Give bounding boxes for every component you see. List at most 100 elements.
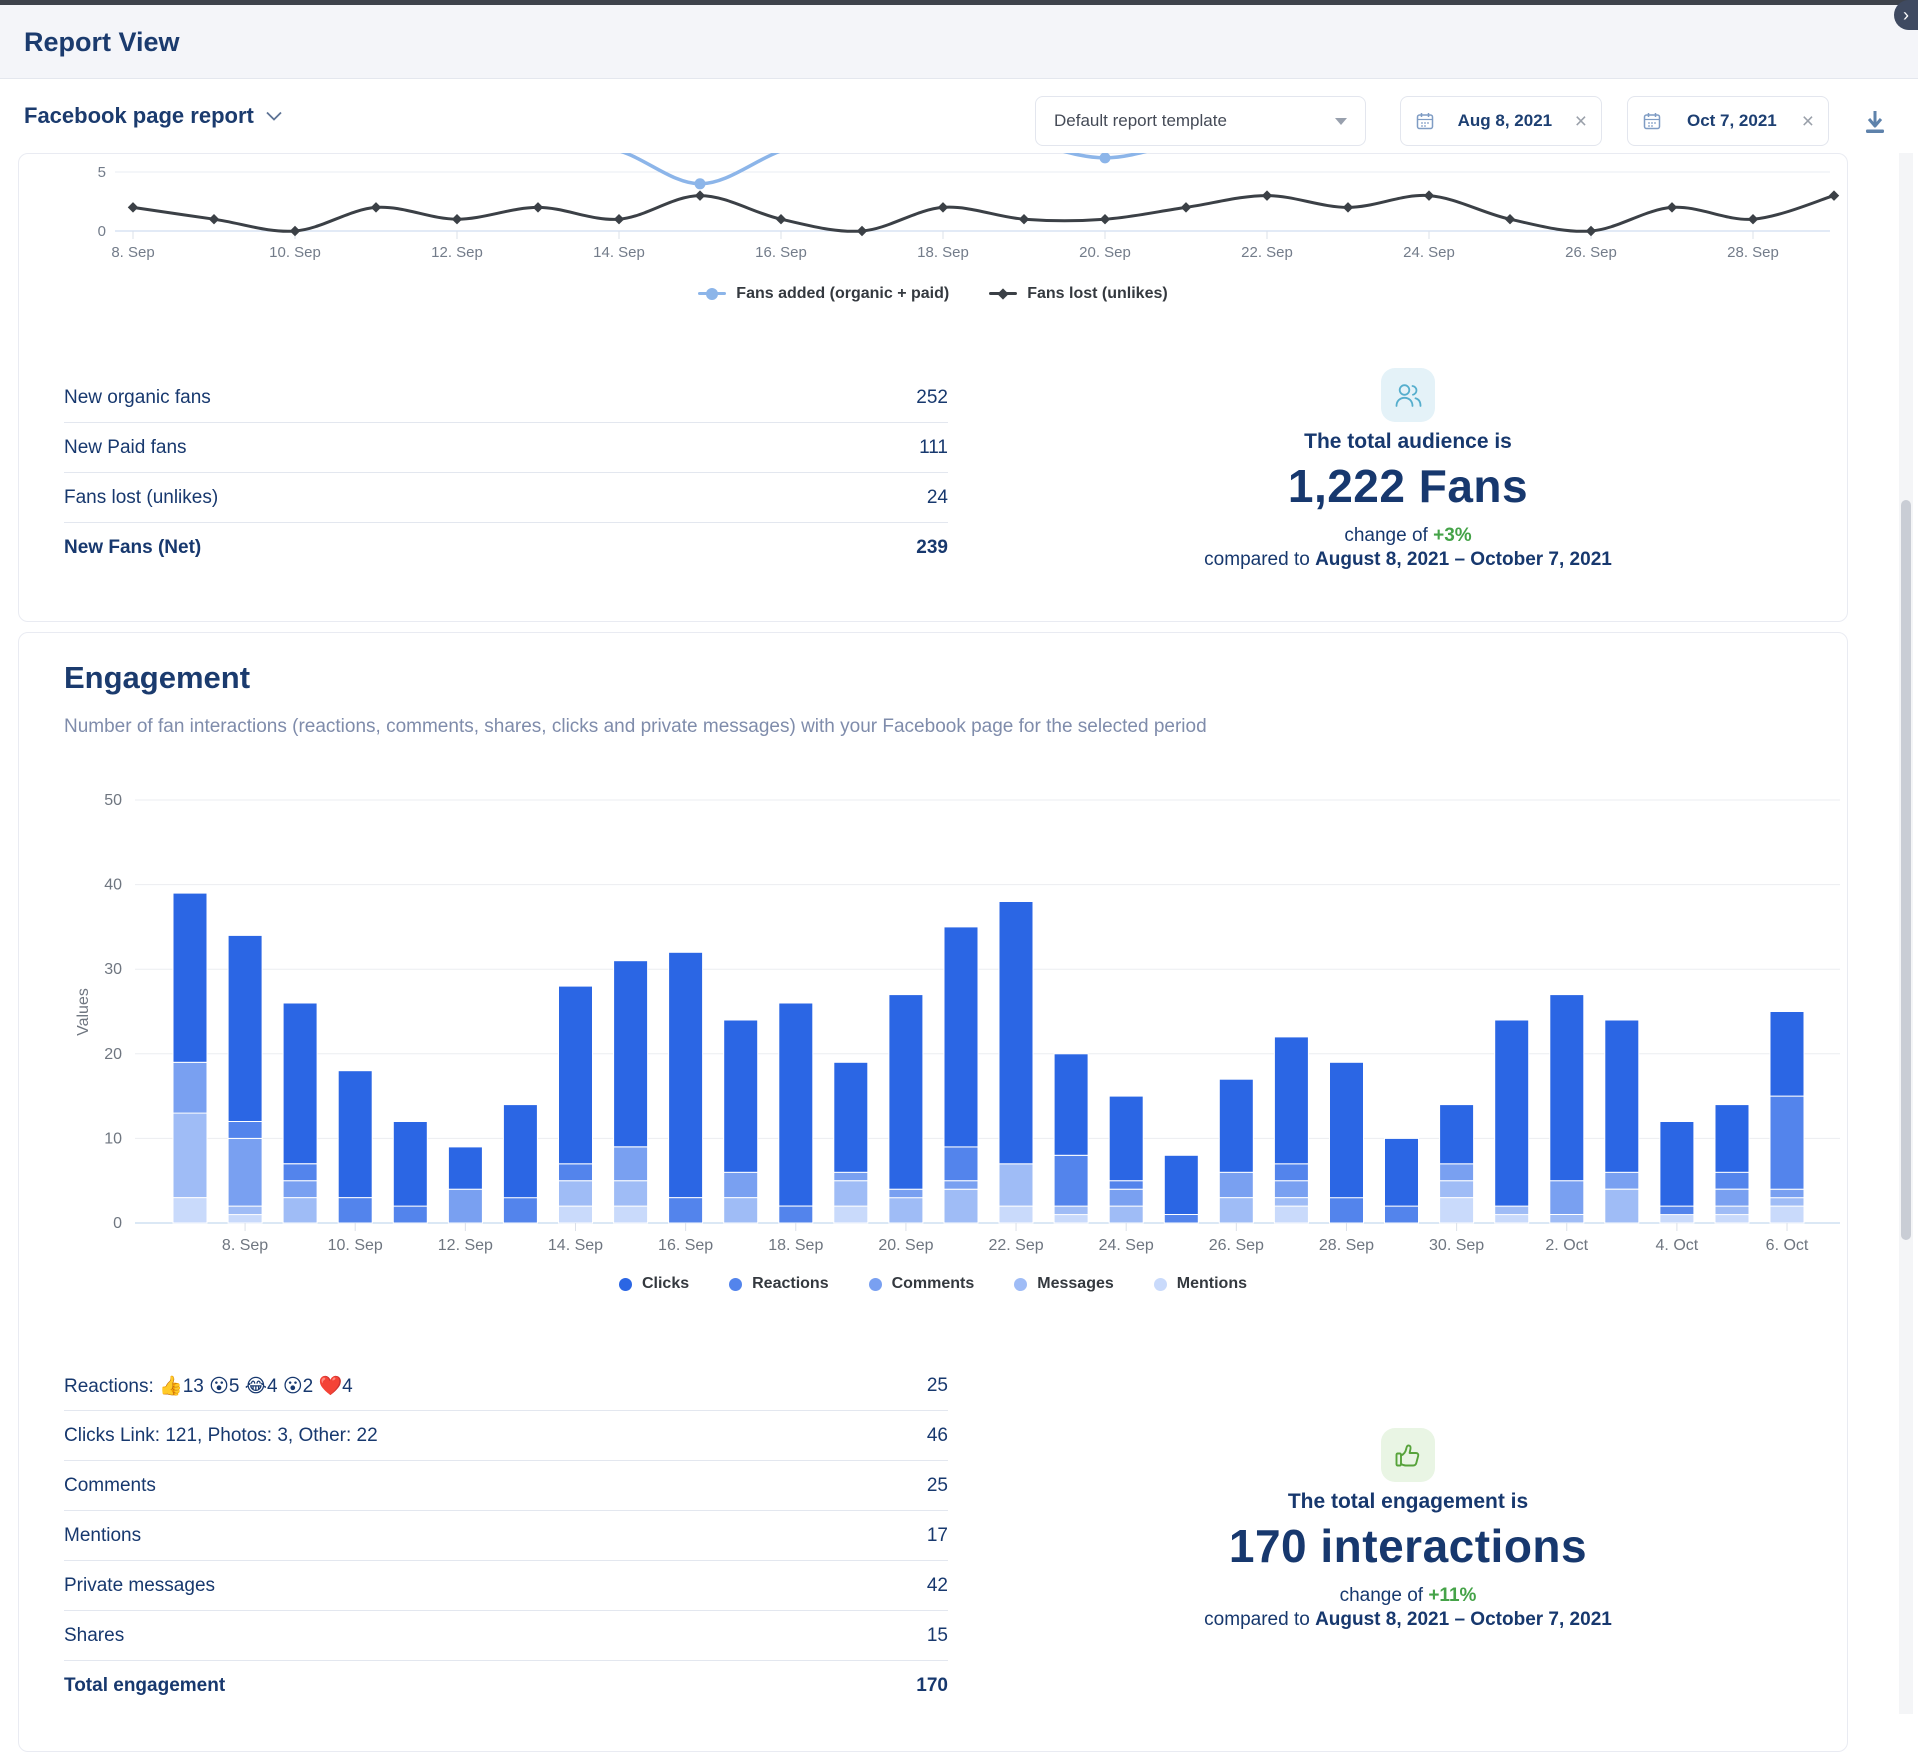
row-label: Reactions: 👍13 😮5 😂4 😮2 ❤️4 [64,1374,353,1398]
svg-text:16. Sep: 16. Sep [658,1237,713,1254]
row-value: 239 [916,537,948,559]
engagement-icon-badge [1381,1428,1435,1482]
svg-text:8. Sep: 8. Sep [222,1237,268,1254]
table-row: Private messages42 [64,1561,948,1611]
legend-dot-icon [729,1278,742,1291]
svg-text:18. Sep: 18. Sep [768,1237,823,1254]
legend-item[interactable]: Fans lost (unlikes) [989,285,1167,303]
svg-text:50: 50 [104,792,122,809]
calendar-icon [1642,111,1662,131]
engagement-description: Number of fan interactions (reactions, c… [64,716,1207,738]
legend-item[interactable]: Reactions [729,1275,828,1293]
thumbs-up-icon [1393,1440,1423,1470]
legend-dot-icon [869,1278,882,1291]
svg-text:30. Sep: 30. Sep [1429,1237,1484,1254]
svg-text:28. Sep: 28. Sep [1727,244,1779,261]
row-label: Total engagement [64,1675,225,1697]
svg-text:10. Sep: 10. Sep [269,244,321,261]
compared-prefix: compared to [1204,549,1315,570]
table-row: Total engagement 170 [64,1661,948,1710]
table-row: Fans lost (unlikes)24 [64,473,948,523]
table-row: Clicks Link: 121, Photos: 3, Other: 2246 [64,1411,948,1461]
compared-range: August 8, 2021 – October 7, 2021 [1315,549,1612,570]
audience-icon-badge [1381,368,1435,422]
row-label: Comments [64,1475,156,1497]
date-to-picker[interactable]: Oct 7, 2021 × [1627,96,1829,146]
svg-text:5: 5 [98,164,106,181]
engagement-summary-table: Reactions: 👍13 😮5 😂4 😮2 ❤️4 25 Clicks Link… [64,1361,948,1710]
svg-text:30: 30 [104,961,122,978]
row-value: 170 [916,1675,948,1697]
engagement-summary: The total engagement is 170 interactions… [978,1428,1838,1632]
legend-item[interactable]: Messages [1014,1275,1114,1293]
svg-text:0: 0 [113,1215,122,1232]
svg-text:22. Sep: 22. Sep [988,1237,1043,1254]
change-value: +3% [1433,525,1472,546]
legend-dot-icon [1014,1278,1027,1291]
svg-text:40: 40 [104,877,122,894]
table-row: New Paid fans111 [64,423,948,473]
fans-line-chart: 508. Sep10. Sep12. Sep14. Sep16. Sep18. … [18,153,1848,281]
svg-text:10. Sep: 10. Sep [328,1237,383,1254]
legend-item[interactable]: Clicks [619,1275,689,1293]
svg-text:12. Sep: 12. Sep [438,1237,493,1254]
svg-text:18. Sep: 18. Sep [917,244,969,261]
scrollbar-thumb[interactable] [1901,500,1911,1240]
svg-text:14. Sep: 14. Sep [548,1237,603,1254]
svg-text:10: 10 [104,1130,122,1147]
svg-text:14. Sep: 14. Sep [593,244,645,261]
fans-chart-legend: Fans added (organic + paid) Fans lost (un… [18,280,1848,308]
svg-text:20. Sep: 20. Sep [878,1237,933,1254]
svg-text:20. Sep: 20. Sep [1079,244,1131,261]
legend-item[interactable]: Fans added (organic + paid) [698,285,949,303]
page-title: Report View [24,5,180,79]
row-value: 252 [916,387,948,409]
engagement-change: change of +11% [978,1584,1838,1608]
change-prefix: change of [1344,525,1433,546]
clear-date-icon[interactable]: × [1575,111,1587,132]
svg-text:22. Sep: 22. Sep [1241,244,1293,261]
svg-text:20: 20 [104,1046,122,1063]
audience-summary: The total audience is 1,222 Fans change … [978,368,1838,572]
table-row: Mentions17 [64,1511,948,1561]
side-panel-toggle[interactable]: › [1894,0,1918,30]
row-value: 25 [927,1475,948,1497]
date-from-picker[interactable]: Aug 8, 2021 × [1400,96,1602,146]
svg-text:Values: Values [75,988,92,1036]
svg-text:28. Sep: 28. Sep [1319,1237,1374,1254]
audience-total: 1,222 Fans [978,458,1838,514]
fans-summary-table: New organic fans 252 New Paid fans111Fans … [64,373,948,572]
legend-item[interactable]: Comments [869,1275,975,1293]
line-circle-marker-icon [698,287,726,301]
page-header: Report View [0,5,1918,79]
report-template-select[interactable]: Default report template [1035,96,1366,146]
change-value: +11% [1428,1585,1476,1606]
report-name-dropdown[interactable]: Facebook page report [24,79,282,153]
engagement-summary-title: The total engagement is [978,1490,1838,1514]
report-template-value: Default report template [1054,111,1227,131]
svg-text:2. Oct: 2. Oct [1545,1237,1588,1254]
audience-people-icon [1393,380,1423,410]
row-value: 15 [927,1625,948,1647]
audience-summary-title: The total audience is [978,430,1838,454]
clear-date-icon[interactable]: × [1802,111,1814,132]
legend-label: Fans lost (unlikes) [1027,285,1167,303]
row-value: 42 [927,1575,948,1597]
row-label: Mentions [64,1525,141,1547]
calendar-icon [1415,111,1435,131]
engagement-chart-legend: Clicks Reactions Comments Messages Mentions [18,1270,1848,1298]
row-value: 111 [919,437,948,459]
row-label: Shares [64,1625,124,1647]
legend-dot-icon [619,1278,632,1291]
audience-change: change of +3% [978,524,1838,548]
date-to-value: Oct 7, 2021 [1672,111,1792,131]
download-report-button[interactable] [1855,102,1895,142]
caret-down-icon [1335,118,1347,125]
svg-text:24. Sep: 24. Sep [1099,1237,1154,1254]
chevron-right-icon: › [1903,6,1909,24]
chevron-down-icon [266,111,282,121]
row-label: New organic fans [64,387,211,409]
legend-item[interactable]: Mentions [1154,1275,1247,1293]
engagement-compared: compared to August 8, 2021 – October 7, … [978,1608,1838,1632]
compared-range: August 8, 2021 – October 7, 2021 [1315,1609,1612,1630]
